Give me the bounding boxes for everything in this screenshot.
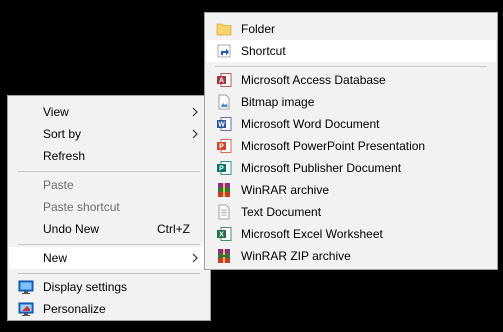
svg-text:A: A	[219, 78, 224, 85]
svg-text:P: P	[219, 144, 224, 151]
submenu-item-label: Text Document	[241, 205, 322, 219]
submenu-item-label: Microsoft Publisher Document	[241, 161, 402, 175]
submenu-item-winrar-zip[interactable]: WinRAR ZIP archive	[206, 245, 496, 267]
svg-text:X: X	[219, 232, 224, 239]
winrar-icon	[218, 183, 230, 197]
svg-text:P: P	[219, 166, 224, 173]
menu-item-label: Sort by	[43, 127, 82, 141]
submenu-item-label: Bitmap image	[241, 95, 315, 109]
menu-item-undo-new[interactable]: Undo New Ctrl+Z	[9, 218, 209, 240]
excel-icon: X	[217, 227, 232, 241]
menu-item-label: Paste	[43, 178, 74, 192]
display-settings-icon	[18, 280, 34, 294]
svg-text:W: W	[218, 122, 225, 129]
menu-item-shortcut: Ctrl+Z	[157, 222, 190, 236]
submenu-item-label: Microsoft PowerPoint Presentation	[241, 139, 426, 153]
submenu-item-label: WinRAR ZIP archive	[241, 249, 351, 263]
menu-item-display-settings[interactable]: Display settings	[9, 276, 209, 298]
powerpoint-icon: P	[217, 139, 232, 153]
chevron-right-icon	[192, 129, 198, 139]
menu-item-label: New	[43, 251, 68, 265]
menu-item-view[interactable]: View	[9, 101, 209, 123]
submenu-item-label: Shortcut	[241, 44, 286, 58]
menu-item-refresh[interactable]: Refresh	[9, 145, 209, 167]
submenu-item-label: WinRAR archive	[241, 183, 330, 197]
submenu-item-label: Microsoft Word Document	[241, 117, 380, 131]
submenu-item-label: Microsoft Access Database	[241, 73, 386, 87]
folder-icon	[216, 23, 232, 36]
bitmap-icon	[218, 94, 230, 110]
submenu-item-word[interactable]: W Microsoft Word Document	[206, 113, 496, 135]
menu-item-sort-by[interactable]: Sort by	[9, 123, 209, 145]
chevron-right-icon	[192, 253, 198, 263]
submenu-item-excel[interactable]: X Microsoft Excel Worksheet	[206, 223, 496, 245]
menu-separator	[18, 273, 200, 274]
submenu-item-label: Folder	[241, 22, 276, 36]
chevron-right-icon	[192, 107, 198, 117]
submenu-item-bitmap[interactable]: Bitmap image	[206, 91, 496, 113]
desktop-context-menu: View Sort by Refresh Paste Paste shortcu…	[7, 95, 211, 321]
shortcut-icon	[217, 44, 231, 58]
menu-item-label: Paste shortcut	[43, 200, 120, 214]
access-icon: A	[217, 73, 232, 87]
menu-item-label: View	[43, 105, 69, 119]
submenu-item-label: Microsoft Excel Worksheet	[241, 227, 383, 241]
menu-item-personalize[interactable]: Personalize	[9, 298, 209, 320]
submenu-item-publisher[interactable]: P Microsoft Publisher Document	[206, 157, 496, 179]
submenu-item-access[interactable]: A Microsoft Access Database	[206, 69, 496, 91]
menu-item-label: Undo New	[43, 222, 100, 236]
menu-separator	[18, 171, 200, 172]
submenu-item-folder[interactable]: Folder	[206, 18, 496, 40]
submenu-item-shortcut[interactable]: Shortcut	[206, 40, 496, 62]
submenu-item-winrar[interactable]: WinRAR archive	[206, 179, 496, 201]
new-submenu: Folder Shortcut A Microsoft Access Datab…	[204, 12, 498, 270]
submenu-item-text[interactable]: Text Document	[206, 201, 496, 223]
submenu-item-powerpoint[interactable]: P Microsoft PowerPoint Presentation	[206, 135, 496, 157]
menu-item-new[interactable]: New	[9, 247, 209, 269]
personalize-icon	[18, 302, 34, 316]
word-icon: W	[217, 117, 232, 131]
menu-separator	[215, 66, 487, 67]
menu-item-paste[interactable]: Paste	[9, 174, 209, 196]
text-document-icon	[218, 204, 230, 220]
menu-item-label: Personalize	[43, 302, 106, 316]
menu-item-label: Refresh	[43, 149, 86, 163]
menu-separator	[18, 244, 200, 245]
menu-item-paste-shortcut[interactable]: Paste shortcut	[9, 196, 209, 218]
menu-item-label: Display settings	[43, 280, 128, 294]
publisher-icon: P	[217, 161, 232, 175]
winrar-zip-icon	[218, 249, 230, 263]
